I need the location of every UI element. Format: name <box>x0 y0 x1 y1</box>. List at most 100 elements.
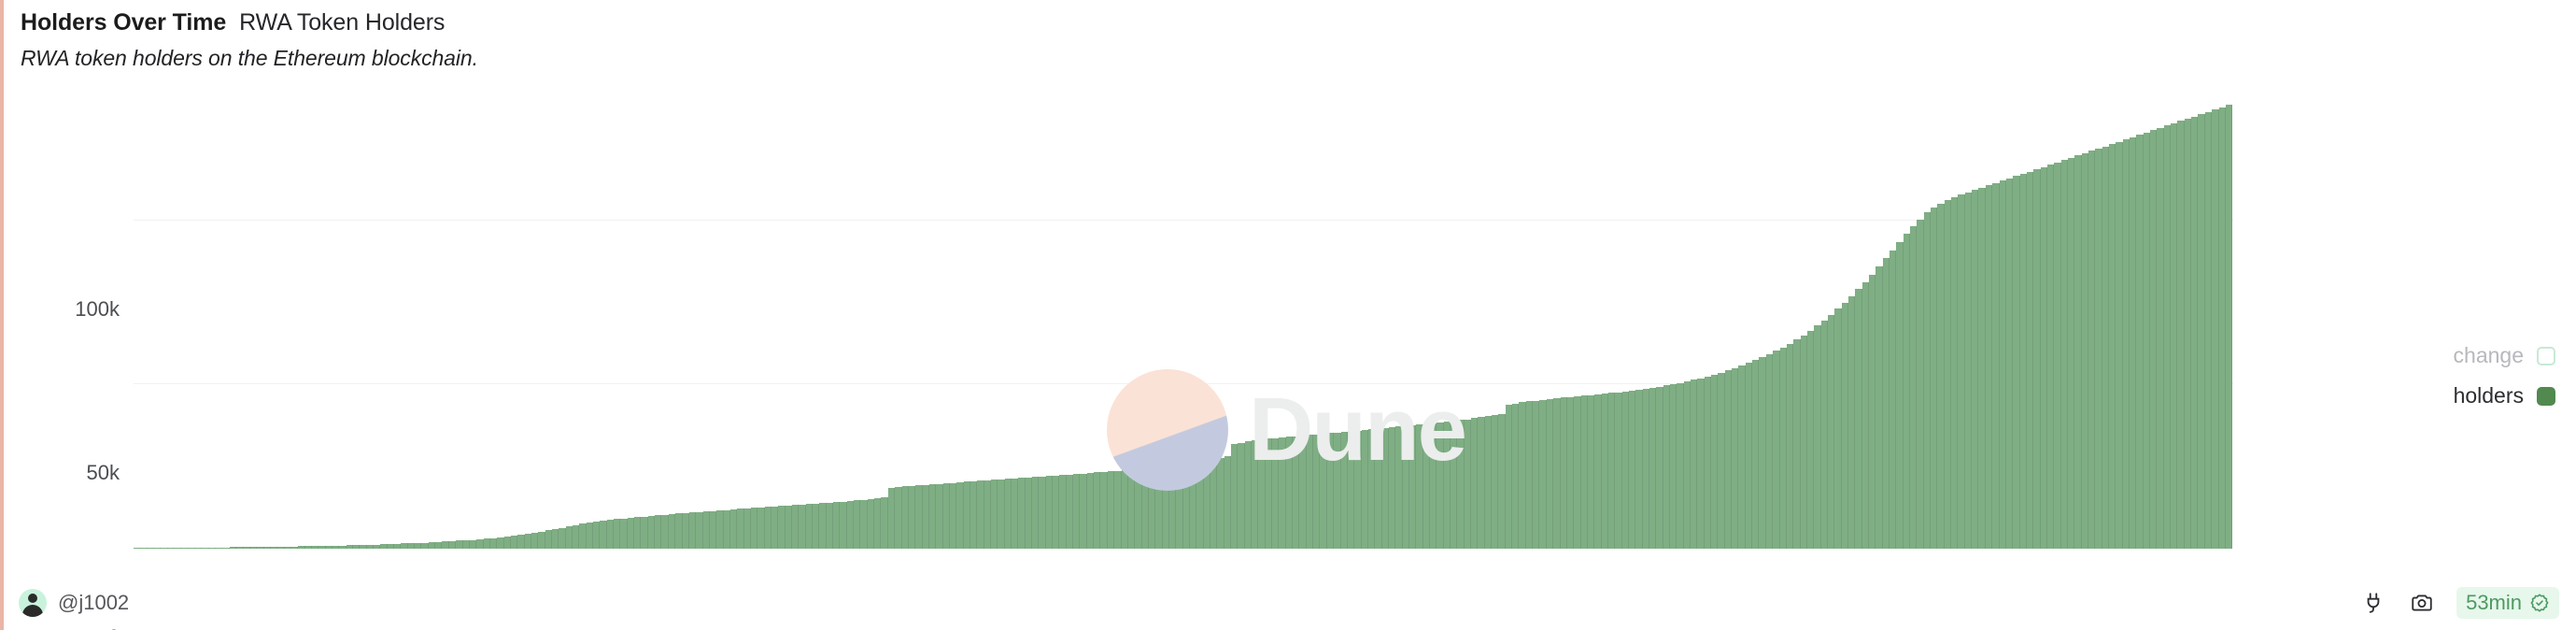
bar[interactable] <box>1931 207 1938 549</box>
bar[interactable] <box>1779 347 1787 549</box>
bar[interactable] <box>1032 477 1040 549</box>
bar[interactable] <box>1155 467 1163 549</box>
bar[interactable] <box>1574 395 1581 549</box>
bar[interactable] <box>2218 107 2226 549</box>
bar[interactable] <box>1642 388 1649 549</box>
bar[interactable] <box>346 545 353 549</box>
bar[interactable] <box>1437 422 1444 549</box>
bar[interactable] <box>936 483 943 549</box>
bar[interactable] <box>600 521 607 549</box>
bar[interactable] <box>1039 476 1046 549</box>
bar[interactable] <box>1759 357 1766 549</box>
bar[interactable] <box>1238 442 1245 549</box>
bar[interactable] <box>325 545 333 549</box>
bar[interactable] <box>757 507 765 549</box>
bar[interactable] <box>1841 302 1848 549</box>
bar[interactable] <box>1066 474 1074 549</box>
camera-icon[interactable] <box>2408 589 2436 617</box>
bar[interactable] <box>1224 455 1231 549</box>
bar[interactable] <box>1786 343 1794 549</box>
bar[interactable] <box>1958 194 1965 549</box>
bar[interactable] <box>421 542 429 549</box>
bar[interactable] <box>2026 171 2034 549</box>
bar[interactable] <box>1293 436 1300 549</box>
bar[interactable] <box>208 547 217 549</box>
bar[interactable] <box>249 547 258 549</box>
bar[interactable] <box>1080 473 1087 549</box>
bar[interactable] <box>764 507 771 549</box>
bar[interactable] <box>1677 382 1684 549</box>
bar[interactable] <box>1334 432 1341 549</box>
bar[interactable] <box>1615 392 1622 549</box>
bar[interactable] <box>614 519 621 549</box>
bar[interactable] <box>675 513 683 549</box>
bar[interactable] <box>154 548 162 549</box>
bar[interactable] <box>517 535 525 549</box>
bar[interactable] <box>1478 417 1485 549</box>
bar[interactable] <box>2013 176 2020 549</box>
bar[interactable] <box>606 520 615 549</box>
legend-item-holders[interactable]: holders <box>2454 383 2555 408</box>
bar[interactable] <box>867 498 875 549</box>
bar[interactable] <box>970 480 978 549</box>
bar[interactable] <box>1868 274 1876 549</box>
bar[interactable] <box>2102 146 2109 549</box>
bar[interactable] <box>1492 414 1499 549</box>
bar[interactable] <box>2060 160 2068 549</box>
bar[interactable] <box>593 522 601 549</box>
bar[interactable] <box>2204 111 2213 549</box>
bar[interactable] <box>1861 281 1869 549</box>
bar[interactable] <box>448 540 457 549</box>
bar[interactable] <box>1635 389 1643 549</box>
bar[interactable] <box>840 501 847 549</box>
bar[interactable] <box>1718 372 1725 549</box>
bar[interactable] <box>195 547 203 549</box>
bar[interactable] <box>2177 121 2185 549</box>
bar[interactable] <box>503 537 511 549</box>
bar[interactable] <box>1168 466 1177 549</box>
bar[interactable] <box>476 538 484 549</box>
bar[interactable] <box>1471 418 1479 549</box>
bar[interactable] <box>1176 465 1183 549</box>
bar[interactable] <box>1443 422 1451 549</box>
bar[interactable] <box>1395 426 1403 549</box>
bar[interactable] <box>1834 308 1842 549</box>
bar[interactable] <box>1367 429 1376 549</box>
bar[interactable] <box>1326 433 1335 549</box>
bar[interactable] <box>435 541 443 549</box>
bar[interactable] <box>236 547 244 549</box>
bar[interactable] <box>1484 416 1493 549</box>
bar[interactable] <box>887 488 896 549</box>
bar[interactable] <box>949 482 957 549</box>
bar[interactable] <box>134 548 141 549</box>
bar[interactable] <box>2074 155 2082 549</box>
bar[interactable] <box>1587 394 1595 549</box>
bar[interactable] <box>353 545 361 549</box>
bar[interactable] <box>147 548 155 549</box>
bar[interactable] <box>1018 478 1026 549</box>
plug-embed-icon[interactable] <box>2359 589 2387 617</box>
bar[interactable] <box>1196 463 1204 549</box>
bar[interactable] <box>1566 396 1575 549</box>
bar[interactable] <box>1272 437 1280 549</box>
bar[interactable] <box>799 504 806 549</box>
bar[interactable] <box>1923 212 1932 549</box>
bar[interactable] <box>1546 398 1554 549</box>
bar[interactable] <box>1539 399 1547 549</box>
bar[interactable] <box>1320 434 1327 549</box>
bar[interactable] <box>641 516 648 549</box>
bar[interactable] <box>579 523 587 549</box>
bar[interactable] <box>1162 467 1169 549</box>
bar[interactable] <box>1910 226 1918 549</box>
bar[interactable] <box>846 501 855 549</box>
bar[interactable] <box>1402 425 1409 549</box>
bar[interactable] <box>805 504 814 549</box>
bar[interactable] <box>620 518 628 549</box>
bar[interactable] <box>1711 374 1719 549</box>
bar[interactable] <box>551 528 559 549</box>
bar[interactable] <box>2225 105 2233 549</box>
bar[interactable] <box>737 508 744 549</box>
bar[interactable] <box>462 540 470 549</box>
bar[interactable] <box>1381 427 1389 549</box>
bar[interactable] <box>942 483 950 549</box>
